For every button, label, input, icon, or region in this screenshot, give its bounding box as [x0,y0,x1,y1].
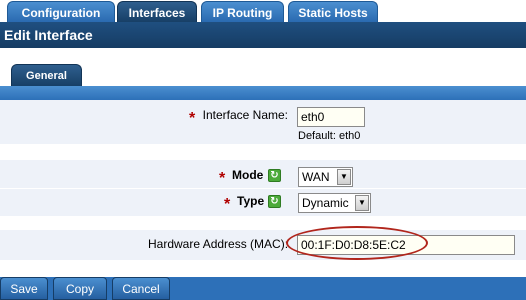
cancel-button[interactable]: Cancel [112,277,170,300]
tab-interfaces-label: Interfaces [128,6,186,20]
tab-configuration[interactable]: Configuration [7,1,115,22]
mode-label: Mode [232,168,264,182]
interface-name-hint: Default: eth0 [298,130,361,142]
hardware-address-input[interactable]: 00:1F:D0:D8:5E:C2 [297,235,515,255]
required-mark: * [224,196,231,213]
type-label: Type [237,194,265,208]
hardware-address-label: Hardware Address (MAC): [148,237,289,251]
spacer-row [0,144,526,160]
required-mark: * [189,110,196,127]
section-bar [0,86,526,100]
tab-static-hosts[interactable]: Static Hosts [288,1,378,22]
interface-name-input[interactable]: eth0 [297,107,365,127]
required-mark: * [219,170,226,187]
page-title: Edit Interface [0,22,526,48]
tab-ip-routing-label: IP Routing [212,6,273,20]
chevron-down-icon: ▼ [337,169,351,185]
chevron-down-icon: ▼ [355,195,369,211]
mode-select-value: WAN [302,170,330,184]
interface-name-label: Interface Name: [202,108,288,122]
type-select-value: Dynamic [302,196,349,210]
tab-configuration-label: Configuration [21,6,101,20]
row-divider [0,188,526,189]
save-button[interactable]: Save [0,277,48,300]
spacer-row [0,216,526,230]
copy-button[interactable]: Copy [53,277,107,300]
tab-ip-routing[interactable]: IP Routing [201,1,284,22]
refresh-icon[interactable]: ↻ [268,195,281,208]
tab-general[interactable]: General [11,64,82,86]
refresh-icon[interactable]: ↻ [268,169,281,182]
tab-general-label: General [26,70,67,82]
tab-static-hosts-label: Static Hosts [298,6,368,20]
interface-name-row [0,100,526,144]
tab-interfaces[interactable]: Interfaces [117,1,197,22]
type-select[interactable]: Dynamic ▼ [298,193,371,213]
spacer-row [0,260,526,277]
mode-select[interactable]: WAN ▼ [298,167,353,187]
